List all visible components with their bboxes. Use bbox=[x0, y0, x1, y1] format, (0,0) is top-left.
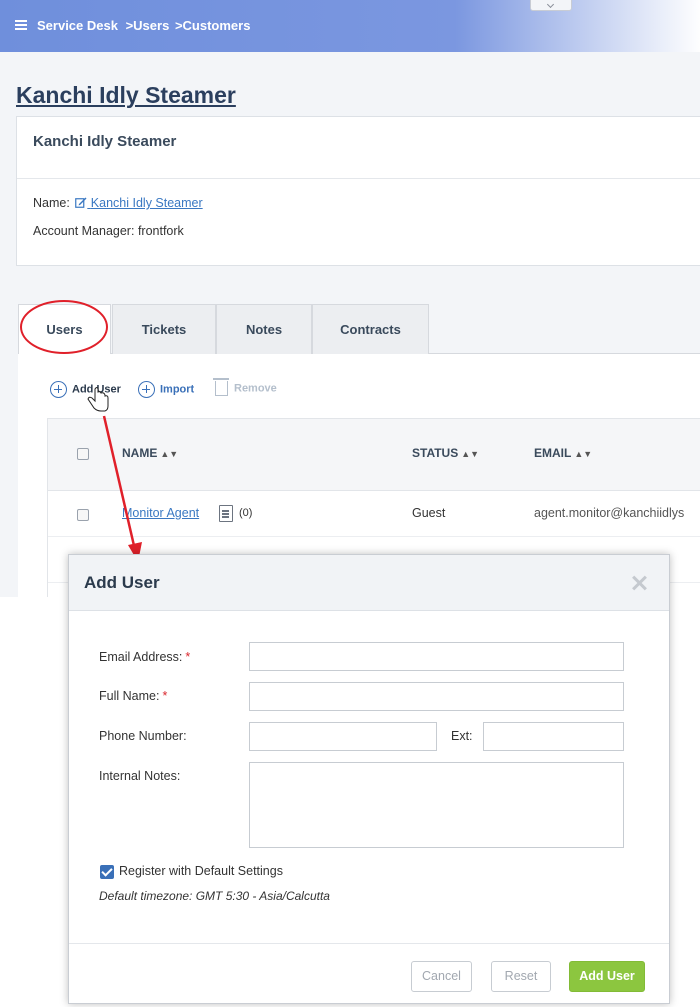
row-checkbox[interactable] bbox=[77, 509, 89, 521]
close-icon[interactable] bbox=[631, 575, 647, 591]
add-user-label: Add User bbox=[72, 383, 121, 396]
customer-card-heading: Kanchi Idly Steamer bbox=[17, 117, 700, 179]
phone-label: Phone Number: bbox=[99, 729, 187, 743]
account-manager-row: Account Manager: frontfork bbox=[33, 224, 184, 238]
select-all-checkbox[interactable] bbox=[77, 448, 89, 460]
customer-page: Service Desk >Users >Customers Kanchi Id… bbox=[0, 0, 700, 597]
modal-footer: Cancel Reset Add User bbox=[69, 943, 669, 1003]
ext-label: Ext: bbox=[451, 729, 473, 743]
full-name-label: Full Name: * bbox=[99, 689, 167, 703]
sort-icon: ▲▼ bbox=[574, 449, 593, 459]
customer-info-card: Kanchi Idly Steamer Name: Kanchi Idly St… bbox=[16, 116, 700, 266]
remove-label: Remove bbox=[234, 382, 277, 395]
annotation-highlight-oval bbox=[20, 300, 108, 354]
register-default-checkbox[interactable] bbox=[100, 865, 114, 879]
user-email: agent.monitor@kanchiidlys bbox=[534, 506, 685, 520]
customer-name-row: Name: Kanchi Idly Steamer bbox=[33, 196, 203, 210]
sort-icon: ▲▼ bbox=[160, 449, 179, 459]
ext-field[interactable] bbox=[483, 722, 624, 751]
breadcrumb-separator: > bbox=[174, 18, 183, 33]
internal-notes-field[interactable] bbox=[249, 762, 624, 848]
reset-button[interactable]: Reset bbox=[491, 961, 551, 992]
customer-name-label: Name: bbox=[33, 196, 70, 210]
breadcrumb-item-users[interactable]: Users bbox=[133, 18, 169, 33]
column-header-name[interactable]: NAME ▲▼ bbox=[122, 446, 178, 460]
column-header-email[interactable]: EMAIL ▲▼ bbox=[534, 446, 592, 460]
add-user-action[interactable]: Add User bbox=[50, 381, 121, 398]
table-header: NAME ▲▼ STATUS ▲▼ EMAIL ▲▼ bbox=[48, 419, 700, 491]
tab-tickets[interactable]: Tickets bbox=[112, 304, 216, 354]
email-label-text: Email Address: bbox=[99, 650, 183, 664]
add-user-modal: Add User Email Address: * Full Name: * Pho… bbox=[68, 554, 670, 1004]
modal-header: Add User bbox=[69, 555, 669, 611]
register-default-label: Register with Default Settings bbox=[119, 864, 283, 878]
import-action[interactable]: Import bbox=[138, 381, 194, 398]
full-name-field[interactable] bbox=[249, 682, 624, 711]
trash-icon bbox=[213, 378, 229, 396]
cancel-button[interactable]: Cancel bbox=[411, 961, 472, 992]
user-status: Guest bbox=[412, 506, 446, 520]
add-circle-icon bbox=[50, 381, 67, 398]
breadcrumb: Service Desk >Users >Customers bbox=[37, 18, 250, 33]
table-row: Monitor Agent (0) Guest agent.monitor@ka… bbox=[48, 491, 700, 537]
sort-icon: ▲▼ bbox=[461, 449, 480, 459]
hamburger-menu-icon[interactable] bbox=[15, 20, 27, 30]
column-status-label: STATUS bbox=[412, 446, 459, 460]
top-bar: Service Desk >Users >Customers bbox=[0, 0, 700, 52]
add-circle-icon bbox=[138, 381, 155, 398]
collapse-header-toggle[interactable] bbox=[530, 0, 572, 11]
column-header-status[interactable]: STATUS ▲▼ bbox=[412, 446, 479, 460]
internal-notes-label: Internal Notes: bbox=[99, 769, 181, 783]
account-manager-label: Account Manager: bbox=[33, 224, 135, 238]
required-marker: * bbox=[162, 689, 168, 703]
notes-count: (0) bbox=[239, 507, 253, 519]
customer-name-link[interactable]: Kanchi Idly Steamer bbox=[73, 196, 203, 210]
modal-title: Add User bbox=[84, 573, 160, 592]
email-field[interactable] bbox=[249, 642, 624, 671]
page-title: Kanchi Idly Steamer bbox=[16, 82, 236, 108]
column-email-label: EMAIL bbox=[534, 446, 572, 460]
import-label: Import bbox=[160, 383, 195, 396]
email-label: Email Address: * bbox=[99, 650, 190, 664]
customer-name-value: Kanchi Idly Steamer bbox=[90, 196, 203, 210]
notes-document-icon[interactable] bbox=[219, 505, 233, 522]
phone-field[interactable] bbox=[249, 722, 437, 751]
add-user-button[interactable]: Add User bbox=[569, 961, 645, 992]
default-timezone-text: Default timezone: GMT 5:30 - Asia/Calcut… bbox=[99, 889, 330, 903]
tab-contracts[interactable]: Contracts bbox=[312, 304, 429, 354]
tab-notes[interactable]: Notes bbox=[216, 304, 312, 354]
column-name-label: NAME bbox=[122, 446, 158, 460]
full-name-label-text: Full Name: bbox=[99, 689, 160, 703]
required-marker: * bbox=[185, 650, 191, 664]
breadcrumb-item-customers[interactable]: Customers bbox=[183, 18, 251, 33]
edit-icon bbox=[75, 197, 87, 208]
account-manager-value: frontfork bbox=[137, 224, 184, 238]
breadcrumb-item-service-desk[interactable]: Service Desk bbox=[37, 18, 118, 33]
user-name-link[interactable]: Monitor Agent bbox=[122, 506, 199, 520]
remove-action[interactable]: Remove bbox=[213, 378, 277, 396]
